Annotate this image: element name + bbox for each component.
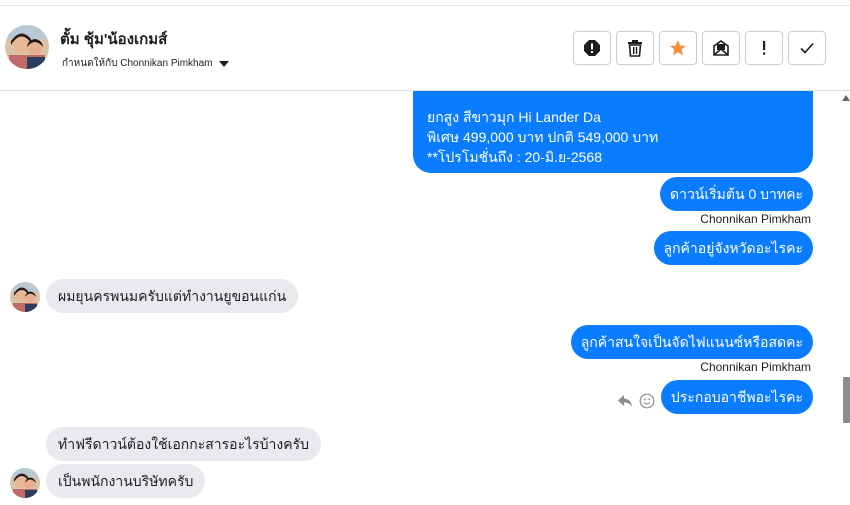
scrollbar-thumb[interactable] (843, 377, 850, 423)
message-bubble-incoming[interactable]: ผมยุนครพนมครับแต่ทำงานยูขอนแก่น (46, 279, 299, 313)
message-bubble-outgoing[interactable]: ลูกค้าอยู่จังหวัดอะไรคะ (653, 231, 813, 265)
caret-down-icon (218, 60, 229, 67)
message-text: เป็นพนักงานบริษัทครับ (58, 473, 194, 489)
report-icon (584, 40, 600, 56)
message-text: **โปรโมชั่นถึง : 20-มิ.ย-2568 (427, 149, 602, 165)
message-bubble-outgoing[interactable]: ยกสูง สีขาวมุก Hi Lander Da พิเศษ 499,00… (413, 91, 813, 173)
message-bubble-incoming[interactable]: เป็นพนักงานบริษัทครับ (46, 464, 206, 498)
done-button[interactable] (788, 31, 826, 65)
mark-unread-button[interactable] (702, 31, 740, 65)
message-text: ดาวน์เริ่มต้น 0 บาทคะ (669, 186, 803, 202)
contact-avatar[interactable] (5, 25, 49, 69)
sender-name: Chonnikan Pimkham (700, 212, 811, 226)
contact-avatar-small (10, 282, 40, 312)
message-bubble-incoming[interactable]: ทำฟรีดาวน์ต้องใช้เอกกะสารอะไรบ้างครับ (46, 427, 322, 461)
star-icon (670, 40, 686, 56)
message-text: ลูกค้าอยู่จังหวัดอะไรคะ (663, 240, 804, 256)
done-icon (800, 42, 814, 54)
message-text: ทำฟรีดาวน์ต้องใช้เอกกะสารอะไรบ้างครับ (58, 436, 310, 452)
message-bubble-outgoing[interactable]: ดาวน์เริ่มต้น 0 บาทคะ (659, 177, 813, 211)
message-text: ผมยุนครพนมครับแต่ทำงานยูขอนแก่น (58, 288, 287, 304)
delete-button[interactable] (616, 31, 654, 65)
reply-icon[interactable] (617, 394, 633, 408)
emoji-react-icon[interactable] (639, 393, 655, 409)
assignee-dropdown[interactable]: กำหนดให้กับ Chonnikan Pimkham (62, 56, 229, 71)
contact-name[interactable]: ตั้ม ชุ้ม'น้องเกมส์ (60, 27, 167, 51)
follow-up-icon (763, 41, 766, 55)
message-text: ลูกค้าสนใจเป็นจัดไฟแนนซ์หรือสดคะ (580, 334, 803, 350)
trash-icon (628, 40, 642, 57)
message-tools (617, 393, 655, 409)
star-button[interactable] (659, 31, 697, 65)
conversation-actions (573, 31, 831, 65)
mark-unread-icon (713, 40, 729, 56)
follow-up-button[interactable] (745, 31, 783, 65)
contact-avatar-small (10, 468, 40, 498)
assignee-label: กำหนดให้กับ Chonnikan Pimkham (62, 58, 213, 69)
message-text: ประกอบอาชีพอะไรคะ (670, 389, 803, 405)
scroll-up-arrow-icon[interactable] (842, 95, 850, 101)
message-bubble-outgoing[interactable]: ลูกค้าสนใจเป็นจัดไฟแนนซ์หรือสดคะ (570, 325, 813, 359)
sender-name: Chonnikan Pimkham (700, 360, 811, 374)
message-text: ยกสูง สีขาวมุก Hi Lander Da (427, 109, 601, 125)
message-bubble-outgoing[interactable]: ประกอบอาชีพอะไรคะ (660, 380, 813, 414)
message-text: พิเศษ 499,000 บาท ปกติ 549,000 บาท (427, 129, 659, 145)
divider (0, 5, 850, 6)
conversation-header: ตั้ม ชุ้ม'น้องเกมส์ กำหนดให้กับ Chonnika… (0, 0, 850, 91)
report-button[interactable] (573, 31, 611, 65)
